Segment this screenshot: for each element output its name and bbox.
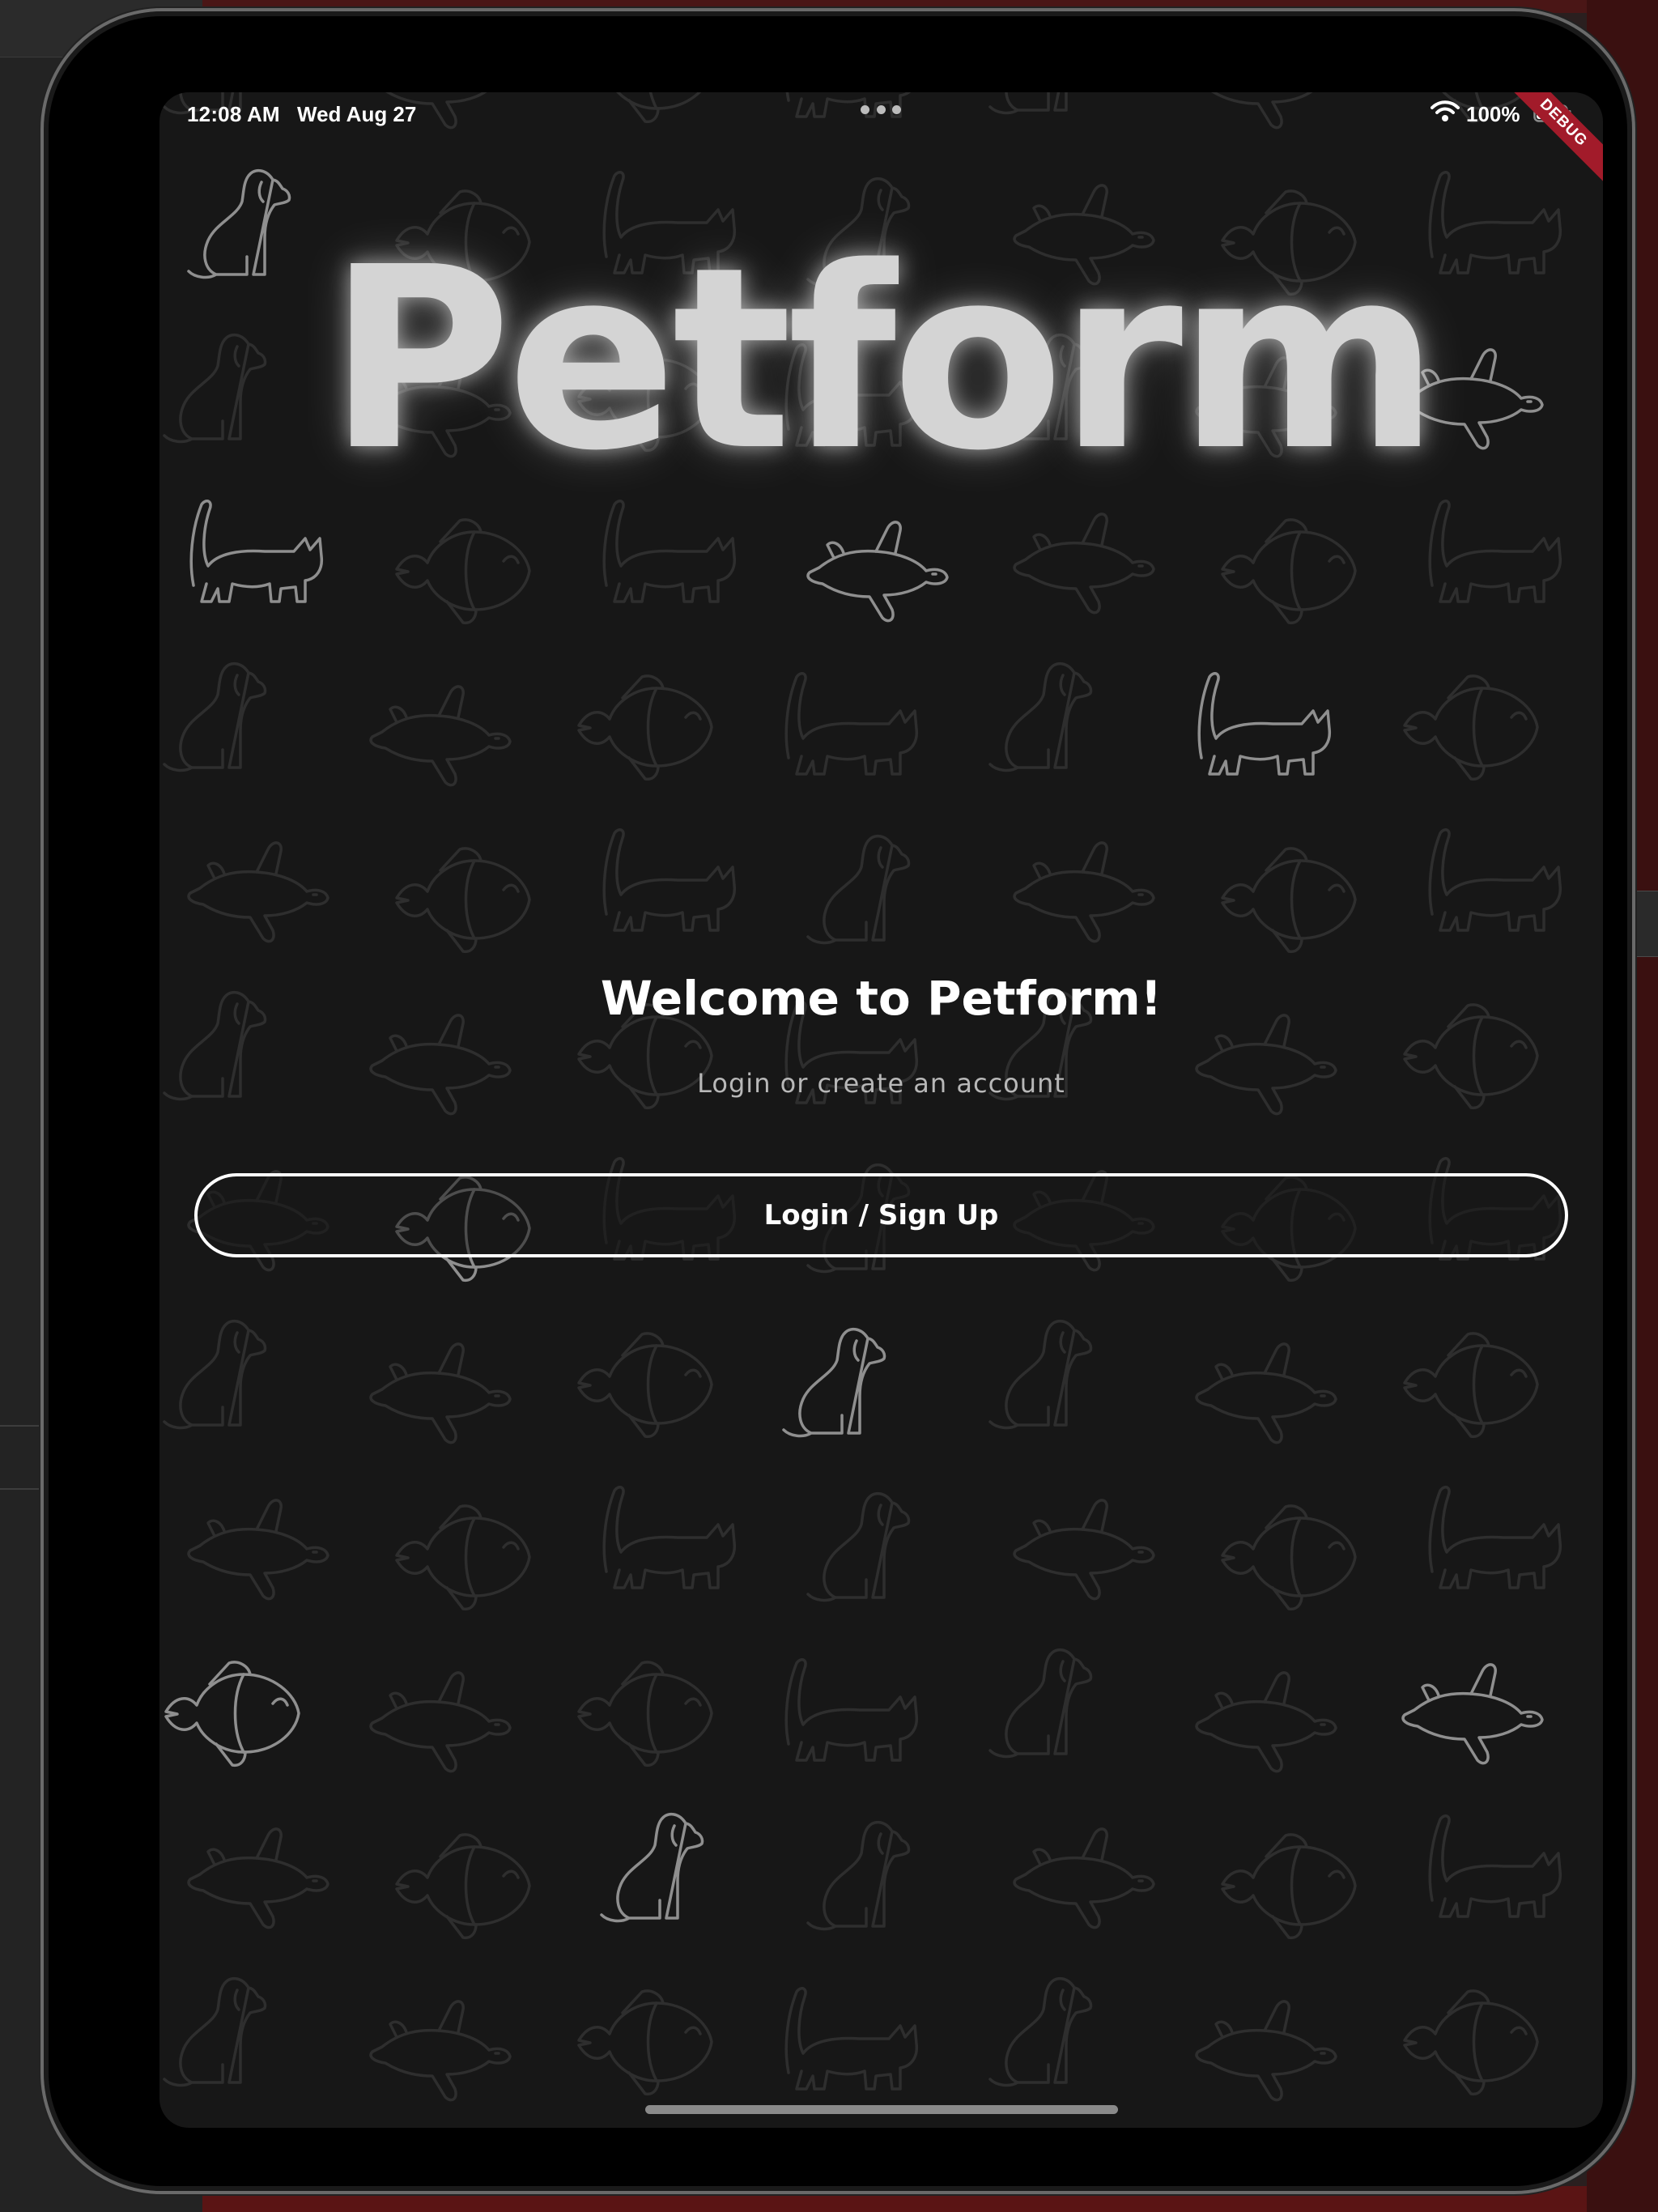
cat-icon <box>1428 827 1562 932</box>
fish-icon <box>164 1661 300 1767</box>
fish-icon <box>577 1661 713 1767</box>
turtle-icon <box>187 841 329 943</box>
status-time: 12:08 AM <box>187 102 280 126</box>
cat-icon <box>1428 499 1562 603</box>
fish-icon <box>1221 518 1357 625</box>
turtle-icon <box>369 1014 512 1116</box>
home-indicator[interactable] <box>645 2105 1118 2114</box>
fish-icon <box>1221 1504 1357 1611</box>
app-screen: 12:08 AM Wed Aug 27 100% DEBUG Petform W… <box>159 92 1603 2128</box>
fish-icon <box>395 847 531 954</box>
status-date: Wed Aug 27 <box>297 102 417 126</box>
fish-icon <box>577 674 713 781</box>
turtle-icon <box>187 1499 329 1601</box>
dog-icon <box>806 1820 911 1931</box>
fish-icon <box>395 1833 531 1940</box>
dog-icon <box>163 661 267 772</box>
turtle-icon <box>369 1671 512 1773</box>
multitasking-dots-icon[interactable] <box>861 105 901 115</box>
dog-icon <box>988 1976 1093 2087</box>
app-logo: Petform <box>327 214 1439 506</box>
turtle-icon <box>1401 1663 1544 1765</box>
login-signup-button[interactable]: Login / Sign Up <box>194 1173 1568 1257</box>
status-bar: 12:08 AM Wed Aug 27 100% <box>159 92 1603 133</box>
dog-icon <box>782 1327 886 1438</box>
cat-icon <box>602 1485 737 1589</box>
cat-icon <box>602 499 737 603</box>
turtle-icon <box>1013 1499 1155 1601</box>
dog-icon <box>988 1319 1093 1430</box>
fish-icon <box>395 1504 531 1611</box>
dog-icon <box>806 1491 911 1602</box>
turtle-icon <box>1195 1342 1337 1444</box>
welcome-title: Welcome to Petform! <box>600 971 1163 1026</box>
fish-icon <box>1403 674 1539 781</box>
cat-icon <box>784 1657 919 1762</box>
turtle-icon <box>1013 1827 1155 1929</box>
ipad-simulator-frame: 12:08 AM Wed Aug 27 100% DEBUG Petform W… <box>40 8 1635 2194</box>
welcome-subtitle: Login or create an account <box>697 1068 1065 1099</box>
fish-icon <box>1221 1833 1357 1940</box>
turtle-icon <box>1013 513 1155 615</box>
turtle-icon <box>1195 1671 1337 1773</box>
fish-icon <box>577 1332 713 1439</box>
cat-icon <box>602 827 737 932</box>
dog-icon <box>988 661 1093 772</box>
cat-icon <box>784 1986 919 2091</box>
turtle-icon <box>369 2000 512 2102</box>
dog-icon <box>600 1812 704 1923</box>
fish-icon <box>1403 1332 1539 1439</box>
wifi-icon <box>1431 100 1460 121</box>
cat-icon <box>189 499 324 603</box>
cat-icon <box>1197 671 1332 776</box>
cat-icon <box>784 671 919 776</box>
battery-percentage: 100% <box>1466 102 1520 126</box>
turtle-icon <box>1013 841 1155 943</box>
turtle-icon <box>369 685 512 787</box>
cat-icon <box>1428 1485 1562 1589</box>
dog-icon <box>163 1319 267 1430</box>
fish-icon <box>395 518 531 625</box>
cat-icon <box>1428 1814 1562 1918</box>
turtle-icon <box>806 521 949 623</box>
dog-icon <box>988 1648 1093 1759</box>
fish-icon <box>1221 847 1357 954</box>
dog-icon <box>806 834 911 945</box>
turtle-icon <box>1195 2000 1337 2102</box>
fish-icon <box>577 1989 713 2096</box>
turtle-icon <box>1195 1014 1337 1116</box>
fish-icon <box>1403 1989 1539 2096</box>
turtle-icon <box>369 1342 512 1444</box>
dog-icon <box>163 1976 267 2087</box>
turtle-icon <box>187 1827 329 1929</box>
